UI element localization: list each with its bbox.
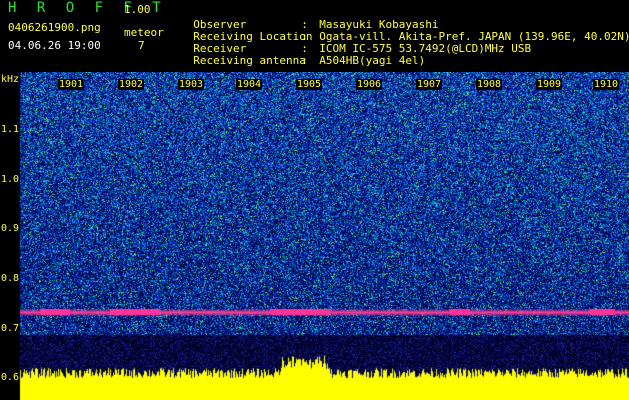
time-tick-label: 1907: [416, 79, 443, 90]
time-tick-label: 1909: [536, 79, 563, 90]
time-tick-label: 1903: [178, 79, 205, 90]
info-colon: :: [301, 54, 308, 67]
freq-tick-label: 0.8: [1, 273, 20, 284]
freq-tick-label: 0.9: [1, 223, 20, 234]
meteor-count: 7: [138, 39, 145, 52]
time-tick-label: 1910: [593, 79, 620, 90]
freq-tick-label: 1.0: [1, 174, 20, 185]
time-tick-label: 1902: [118, 79, 145, 90]
info-key: Receiving antenna: [193, 54, 306, 67]
freq-unit-label: kHz: [1, 74, 20, 85]
time-tick-label: 1906: [356, 79, 383, 90]
time-tick-label: 1908: [476, 79, 503, 90]
time-tick-label: 1901: [58, 79, 85, 90]
app-version: 1.00: [124, 3, 151, 16]
freq-tick-label: 0.7: [1, 323, 20, 334]
file-name: 0406261900.png: [8, 21, 101, 34]
info-row-antenna: Receiving antenna: A504HB(yagi 4el): [180, 41, 425, 67]
info-value: A504HB(yagi 4el): [319, 54, 426, 67]
spectrogram: [0, 72, 629, 400]
timestamp: 04.06.26 19:00: [8, 39, 101, 52]
meteor-label: meteor: [124, 26, 164, 39]
freq-tick-label: 1.1: [1, 124, 20, 135]
freq-tick-label: 0.6: [1, 372, 20, 383]
time-tick-label: 1905: [296, 79, 323, 90]
time-tick-label: 1904: [236, 79, 263, 90]
